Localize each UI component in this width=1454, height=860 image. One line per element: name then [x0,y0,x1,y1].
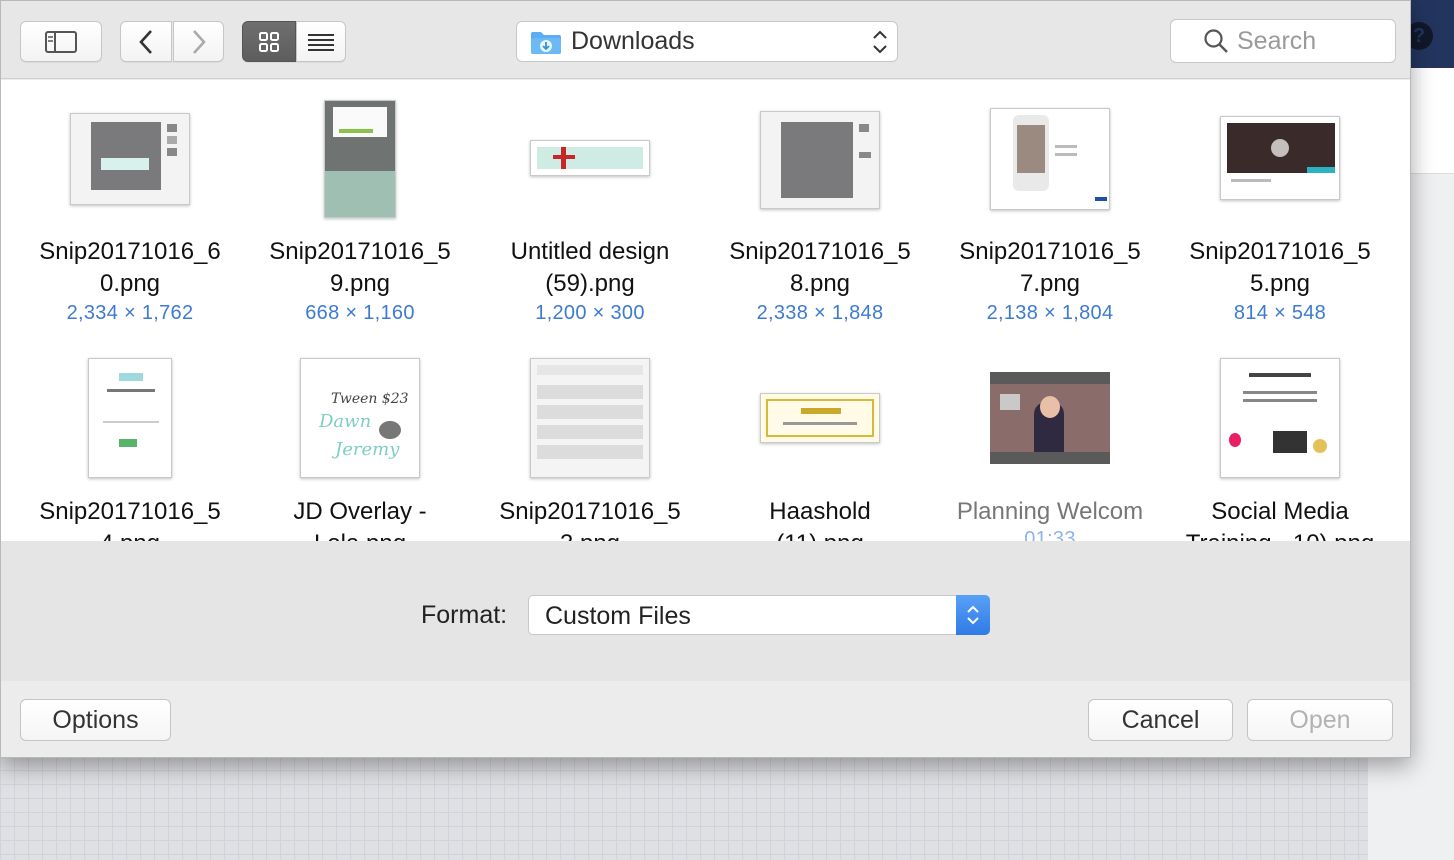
icon-view-button[interactable] [242,21,296,62]
file-dimensions: 668 × 1,160 [305,302,415,324]
format-value: Custom Files [545,602,691,630]
file-name: Snip20171016_5 5.png [1189,238,1371,297]
file-dimensions: 814 × 548 [1233,302,1327,324]
chevron-right-icon [192,29,206,54]
chevron-updown-icon [873,30,887,54]
dialog-toolbar: Downloads Search [1,1,1410,79]
file-name: Social MediaTraining - 10).png [1186,498,1375,541]
file-name: Snip20171016_54.png [39,498,221,541]
file-name: Snip20171016_5 9.png [269,238,451,297]
video-thumbnail [990,372,1110,464]
file-name: Snip20171016_5 8.png [729,238,911,297]
search-field[interactable]: Search [1170,19,1396,63]
file-name: Snip20171016_53.png [499,498,681,541]
file-dimensions: 2,334 × 1,762 [66,302,194,324]
file-browser-grid: Snip20171016_6 0.png 2,334 × 1,762 Snip20… [1,80,1410,541]
file-dimensions: 2,138 × 1,804 [986,302,1114,324]
file-name: JD Overlay -Lola.png [293,498,427,541]
sidebar-toggle-button[interactable] [20,21,102,62]
cancel-button[interactable]: Cancel [1088,699,1233,741]
options-button[interactable]: Options [20,699,171,741]
forward-button[interactable] [173,21,224,62]
location-label: Downloads [571,27,695,55]
file-thumbnail [760,111,880,209]
list-icon [308,33,334,51]
format-stepper[interactable] [956,595,990,635]
file-thumbnail [1220,116,1340,200]
location-popup[interactable]: Downloads [516,21,898,62]
file-name: Planning Welcom [956,498,1144,525]
grid-icon [259,31,279,52]
file-name: Untitled design (59).png [510,238,670,297]
file-dimensions: 1,200 × 300 [535,302,645,324]
search-placeholder: Search [1237,26,1317,55]
file-name: Haashold(11).png [769,498,871,541]
file-thumbnail [70,113,190,205]
back-button[interactable] [120,21,172,62]
background-panel-header [1410,68,1454,174]
search-icon [1204,29,1228,53]
file-thumbnail [324,100,396,218]
file-thumbnail [990,108,1110,210]
file-thumbnail [530,358,650,478]
format-label: Format: [421,601,508,629]
sidebar-icon [45,30,77,53]
file-name: Snip20171016_6 0.png [39,238,221,297]
chevron-left-icon [139,29,152,54]
open-file-dialog: Downloads Search Snip20171016_6 0.png 2,3… [0,0,1411,758]
open-button[interactable]: Open [1247,699,1393,741]
file-thumbnail [530,140,650,176]
video-duration: 01:33 [1024,528,1076,541]
list-view-button[interactable] [296,21,346,62]
format-popup[interactable]: Custom Files [528,595,990,635]
file-thumbnail: Tween $23 Dawn Jeremy [300,358,420,478]
file-name: Snip20171016_5 7.png [959,238,1141,297]
file-thumbnail [1220,358,1340,478]
downloads-folder-icon [531,31,561,54]
file-thumbnail [760,393,880,443]
file-dimensions: 2,338 × 1,848 [756,302,884,324]
chevron-updown-icon [967,605,979,625]
file-thumbnail [88,358,172,478]
